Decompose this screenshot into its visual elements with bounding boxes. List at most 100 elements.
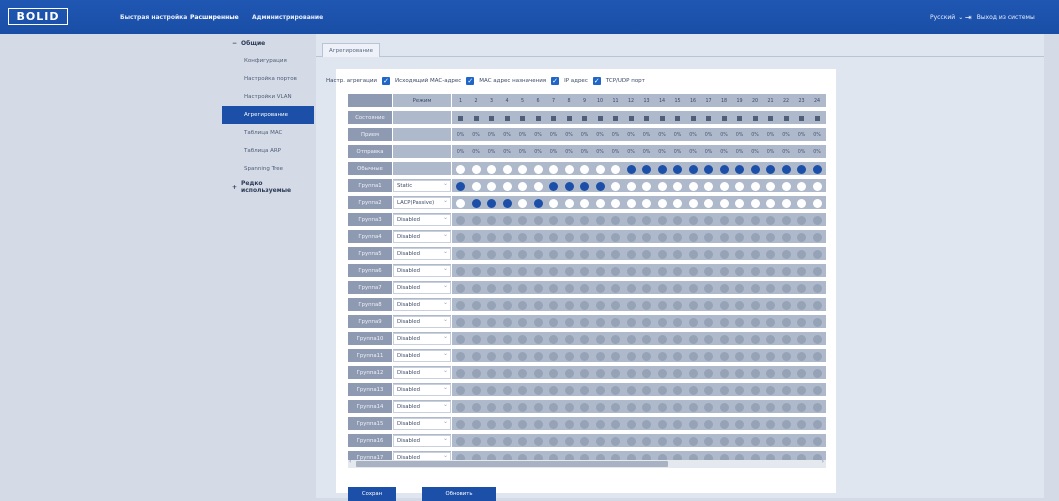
port-radio[interactable] (533, 283, 543, 293)
port-radio[interactable] (673, 402, 682, 412)
port-radio[interactable] (797, 402, 806, 412)
port-radio[interactable] (719, 385, 729, 395)
mode-select[interactable]: Disabled (393, 452, 451, 460)
mode-select[interactable]: Disabled (393, 231, 451, 243)
port-radio[interactable] (704, 368, 713, 378)
port-radio[interactable] (611, 181, 620, 191)
port-radio[interactable] (580, 419, 589, 429)
port-radio[interactable] (471, 317, 481, 327)
port-radio[interactable] (549, 402, 558, 412)
port-radio[interactable] (518, 351, 527, 361)
port-radio[interactable] (611, 385, 620, 395)
port-radio[interactable] (797, 368, 806, 378)
port-radio[interactable] (750, 351, 760, 361)
port-radio[interactable] (487, 334, 496, 344)
port-radio[interactable] (626, 419, 636, 429)
port-radio[interactable] (735, 385, 744, 395)
port-radio[interactable] (456, 300, 465, 310)
port-radio[interactable] (564, 181, 574, 191)
port-radio[interactable] (781, 181, 791, 191)
port-radio[interactable] (564, 334, 574, 344)
port-radio[interactable] (502, 368, 512, 378)
port-radio[interactable] (735, 266, 744, 276)
port-radio[interactable] (580, 164, 589, 174)
port-radio[interactable] (704, 249, 713, 259)
port-radio[interactable] (781, 283, 791, 293)
port-radio[interactable] (688, 351, 698, 361)
port-radio[interactable] (642, 436, 651, 446)
port-radio[interactable] (673, 249, 682, 259)
port-radio[interactable] (688, 181, 698, 191)
port-radio[interactable] (487, 164, 496, 174)
port-radio[interactable] (735, 402, 744, 412)
port-radio[interactable] (735, 215, 744, 225)
port-radio[interactable] (657, 402, 667, 412)
port-radio[interactable] (766, 334, 775, 344)
port-radio[interactable] (688, 300, 698, 310)
port-radio[interactable] (797, 215, 806, 225)
port-radio[interactable] (580, 385, 589, 395)
port-radio[interactable] (611, 164, 620, 174)
port-radio[interactable] (595, 334, 605, 344)
port-radio[interactable] (580, 317, 589, 327)
port-radio[interactable] (502, 181, 512, 191)
port-radio[interactable] (735, 283, 744, 293)
port-radio[interactable] (533, 198, 543, 208)
port-radio[interactable] (657, 232, 667, 242)
port-radio[interactable] (502, 283, 512, 293)
port-radio[interactable] (750, 419, 760, 429)
port-radio[interactable] (642, 351, 651, 361)
port-radio[interactable] (781, 419, 791, 429)
port-radio[interactable] (673, 317, 682, 327)
port-radio[interactable] (812, 198, 822, 208)
port-radio[interactable] (549, 181, 558, 191)
port-radio[interactable] (812, 351, 822, 361)
port-radio[interactable] (812, 385, 822, 395)
port-radio[interactable] (812, 232, 822, 242)
port-radio[interactable] (704, 283, 713, 293)
port-radio[interactable] (657, 266, 667, 276)
port-radio[interactable] (471, 266, 481, 276)
port-radio[interactable] (719, 419, 729, 429)
port-radio[interactable] (797, 198, 806, 208)
port-radio[interactable] (533, 368, 543, 378)
port-radio[interactable] (471, 283, 481, 293)
port-radio[interactable] (533, 317, 543, 327)
port-radio[interactable] (487, 300, 496, 310)
port-radio[interactable] (611, 419, 620, 429)
nav-administration[interactable]: Администрирование (244, 0, 331, 34)
port-radio[interactable] (626, 317, 636, 327)
port-radio[interactable] (750, 266, 760, 276)
port-radio[interactable] (735, 232, 744, 242)
port-radio[interactable] (719, 300, 729, 310)
port-radio[interactable] (564, 266, 574, 276)
port-radio[interactable] (688, 419, 698, 429)
port-radio[interactable] (812, 266, 822, 276)
port-radio[interactable] (642, 266, 651, 276)
port-radio[interactable] (502, 266, 512, 276)
port-radio[interactable] (673, 181, 682, 191)
port-radio[interactable] (518, 436, 527, 446)
port-radio[interactable] (502, 402, 512, 412)
port-radio[interactable] (781, 266, 791, 276)
port-radio[interactable] (549, 283, 558, 293)
port-radio[interactable] (595, 317, 605, 327)
port-radio[interactable] (735, 351, 744, 361)
port-radio[interactable] (549, 368, 558, 378)
port-radio[interactable] (456, 249, 465, 259)
mode-select[interactable]: Static (393, 180, 451, 192)
port-radio[interactable] (533, 385, 543, 395)
port-radio[interactable] (719, 164, 729, 174)
port-radio[interactable] (719, 334, 729, 344)
port-radio[interactable] (766, 249, 775, 259)
port-radio[interactable] (471, 368, 481, 378)
port-radio[interactable] (642, 215, 651, 225)
port-radio[interactable] (518, 198, 527, 208)
port-radio[interactable] (471, 419, 481, 429)
port-radio[interactable] (673, 215, 682, 225)
port-radio[interactable] (642, 283, 651, 293)
port-radio[interactable] (688, 436, 698, 446)
port-radio[interactable] (611, 266, 620, 276)
port-radio[interactable] (518, 368, 527, 378)
port-radio[interactable] (564, 283, 574, 293)
